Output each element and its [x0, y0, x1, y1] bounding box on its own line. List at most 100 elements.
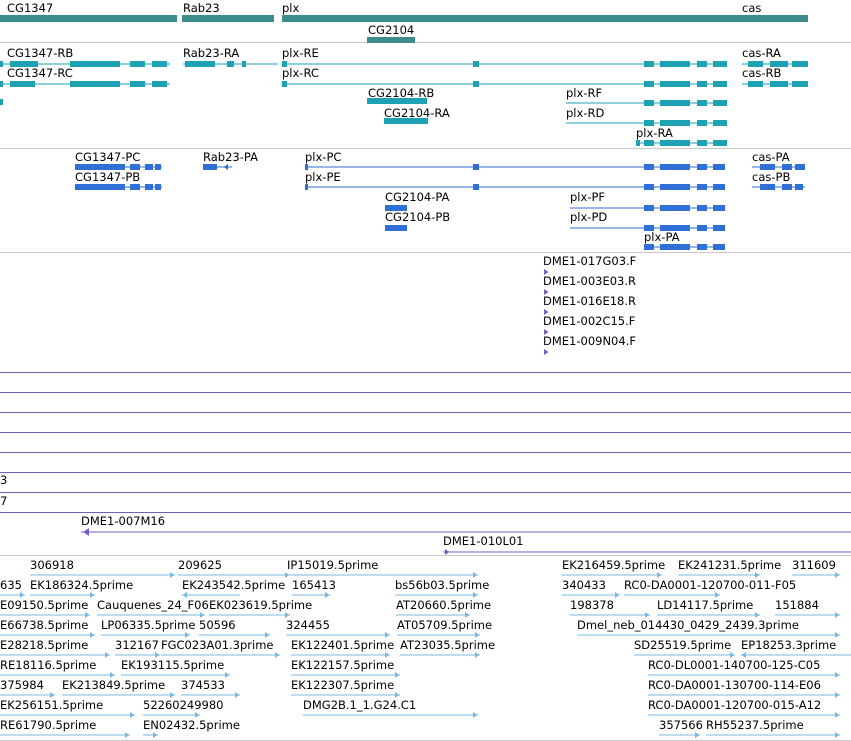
- est-label[interactable]: DMG2B.1_1.G24.C1: [303, 699, 416, 712]
- transcript-label[interactable]: plx-RA: [636, 127, 673, 140]
- exon-block: [644, 164, 654, 170]
- est-label[interactable]: RC0-DA0001-120700-011-F05: [624, 579, 796, 592]
- protein-label[interactable]: plx-PA: [644, 231, 680, 244]
- protein-label[interactable]: plx-PC: [305, 151, 341, 164]
- protein-label[interactable]: plx-PD: [570, 211, 607, 224]
- est-label[interactable]: EK186324.5prime: [30, 579, 133, 592]
- gene-label[interactable]: CG1347: [7, 2, 53, 15]
- transcript-label[interactable]: plx-RE: [282, 47, 319, 60]
- transcript-label[interactable]: CG1347-RC: [7, 67, 73, 80]
- est-label[interactable]: 635: [0, 579, 22, 592]
- est-label[interactable]: Dmel_neb_014430_0429_2439.3prime: [577, 619, 799, 632]
- clone-label[interactable]: DME1-016E18.R: [543, 295, 636, 308]
- protein-label[interactable]: CG1347-PB: [75, 171, 140, 184]
- protein-label[interactable]: CG2104-PA: [385, 191, 449, 204]
- est-label[interactable]: E66738.5prime: [0, 619, 88, 632]
- est-label[interactable]: EP18253.3prime: [741, 639, 836, 652]
- est-label[interactable]: RC0-DA0001-130700-114-E06: [648, 679, 821, 692]
- est-label[interactable]: RC0-DA0001-120700-015-A12: [648, 699, 821, 712]
- est-label[interactable]: EK241231.5prime: [678, 559, 781, 572]
- est-label[interactable]: 151884: [775, 599, 819, 612]
- est-label[interactable]: 312167: [115, 639, 159, 652]
- transcript-label[interactable]: cas-RB: [742, 67, 781, 80]
- est-label[interactable]: 306918: [30, 559, 74, 572]
- bac-line: [0, 512, 851, 513]
- protein-label[interactable]: plx-PF: [570, 191, 605, 204]
- exon-block: [795, 184, 803, 190]
- strand-arrow: [225, 672, 230, 678]
- est-label[interactable]: 165413: [292, 579, 336, 592]
- bac-label[interactable]: DME1-007M16: [81, 515, 165, 528]
- transcript-label[interactable]: plx-RF: [566, 87, 602, 100]
- protein-label[interactable]: Rab23-PA: [203, 151, 258, 164]
- transcript-label[interactable]: plx-RC: [282, 67, 319, 80]
- clone-label[interactable]: DME1-017G03.F: [543, 255, 636, 268]
- est-label[interactable]: 357566: [659, 719, 703, 732]
- est-label[interactable]: AT23035.5prime: [400, 639, 495, 652]
- clone-label[interactable]: DME1-003E03.R: [543, 275, 636, 288]
- transcript-label[interactable]: CG2104-RB: [368, 87, 434, 100]
- est-label[interactable]: LD14117.5prime: [657, 599, 753, 612]
- est-label[interactable]: RE61790.5prime: [0, 719, 96, 732]
- est-label[interactable]: EK216459.5prime: [562, 559, 665, 572]
- strand-arrow: [90, 592, 95, 598]
- strand-arrow: [395, 672, 400, 678]
- gene-label[interactable]: Rab23: [183, 2, 220, 15]
- transcript-label[interactable]: plx-RD: [566, 107, 604, 120]
- est-label[interactable]: EN02432.5prime: [143, 719, 240, 732]
- est-label[interactable]: EK193115.5prime: [121, 659, 224, 672]
- protein-label[interactable]: cas-PB: [752, 171, 790, 184]
- est-label[interactable]: LP06335.5prime: [101, 619, 195, 632]
- est-label[interactable]: 50596: [199, 619, 236, 632]
- est-label[interactable]: bs56b03.5prime: [395, 579, 489, 592]
- est-label[interactable]: AT20660.5prime: [396, 599, 491, 612]
- est-label[interactable]: FGC023A01.3prime: [161, 639, 273, 652]
- protein-label[interactable]: plx-PE: [305, 171, 341, 184]
- est-label[interactable]: EK243542.5prime: [182, 579, 285, 592]
- exon-block: [713, 120, 727, 126]
- gene-label[interactable]: cas: [742, 2, 761, 15]
- est-label[interactable]: RC0-DL0001-140700-125-C05: [648, 659, 820, 672]
- transcript-label[interactable]: CG2104-RA: [384, 107, 450, 120]
- est-label[interactable]: 311609: [792, 559, 836, 572]
- gene-label[interactable]: CG2104: [368, 24, 414, 37]
- est-label[interactable]: 209625: [178, 559, 222, 572]
- est-label[interactable]: RE18116.5prime: [0, 659, 96, 672]
- est-label[interactable]: AT05709.5prime: [397, 619, 492, 632]
- protein-label[interactable]: cas-PA: [752, 151, 790, 164]
- est-label[interactable]: EK256151.5prime: [0, 699, 103, 712]
- gene-label[interactable]: plx: [282, 2, 299, 15]
- est-label[interactable]: E09150.5prime: [0, 599, 88, 612]
- exon-block: [660, 164, 690, 170]
- est-label[interactable]: 324455: [286, 619, 330, 632]
- transcript-label[interactable]: cas-RA: [742, 47, 781, 60]
- exon-block: [305, 184, 308, 190]
- est-label[interactable]: 375984: [0, 679, 44, 692]
- transcript-label[interactable]: CG1347-RB: [7, 47, 73, 60]
- est-label[interactable]: SD25519.5prime: [634, 639, 731, 652]
- est-label[interactable]: EK023619.5prime: [209, 599, 312, 612]
- protein-label[interactable]: CG2104-PB: [385, 211, 450, 224]
- clone-label[interactable]: DME1-009N04.F: [543, 335, 636, 348]
- protein-label[interactable]: CG1347-PC: [75, 151, 140, 164]
- est-label[interactable]: RH55237.5prime: [706, 719, 804, 732]
- transcript-label[interactable]: Rab23-RA: [183, 47, 239, 60]
- strand-arrow: [835, 612, 840, 618]
- exon-block: [697, 61, 707, 67]
- exon-block: [713, 244, 725, 250]
- est-label[interactable]: 198378: [570, 599, 614, 612]
- est-label[interactable]: EK122157.5prime: [291, 659, 394, 672]
- est-label[interactable]: EK213849.5prime: [62, 679, 165, 692]
- est-label[interactable]: 374533: [181, 679, 225, 692]
- est-label[interactable]: EK122307.5prime: [291, 679, 394, 692]
- est-label[interactable]: 52260249980: [143, 699, 223, 712]
- bac-label[interactable]: DME1-010L01: [443, 535, 524, 548]
- est-label[interactable]: EK122401.5prime: [291, 639, 394, 652]
- bac-line: [0, 372, 851, 373]
- exon-block: [697, 184, 707, 190]
- est-label[interactable]: 340433: [562, 579, 606, 592]
- est-label[interactable]: Cauquenes_24_F06: [97, 599, 209, 612]
- clone-label[interactable]: DME1-002C15.F: [543, 315, 635, 328]
- est-label[interactable]: IP15019.5prime: [287, 559, 378, 572]
- est-label[interactable]: E28218.5prime: [0, 639, 88, 652]
